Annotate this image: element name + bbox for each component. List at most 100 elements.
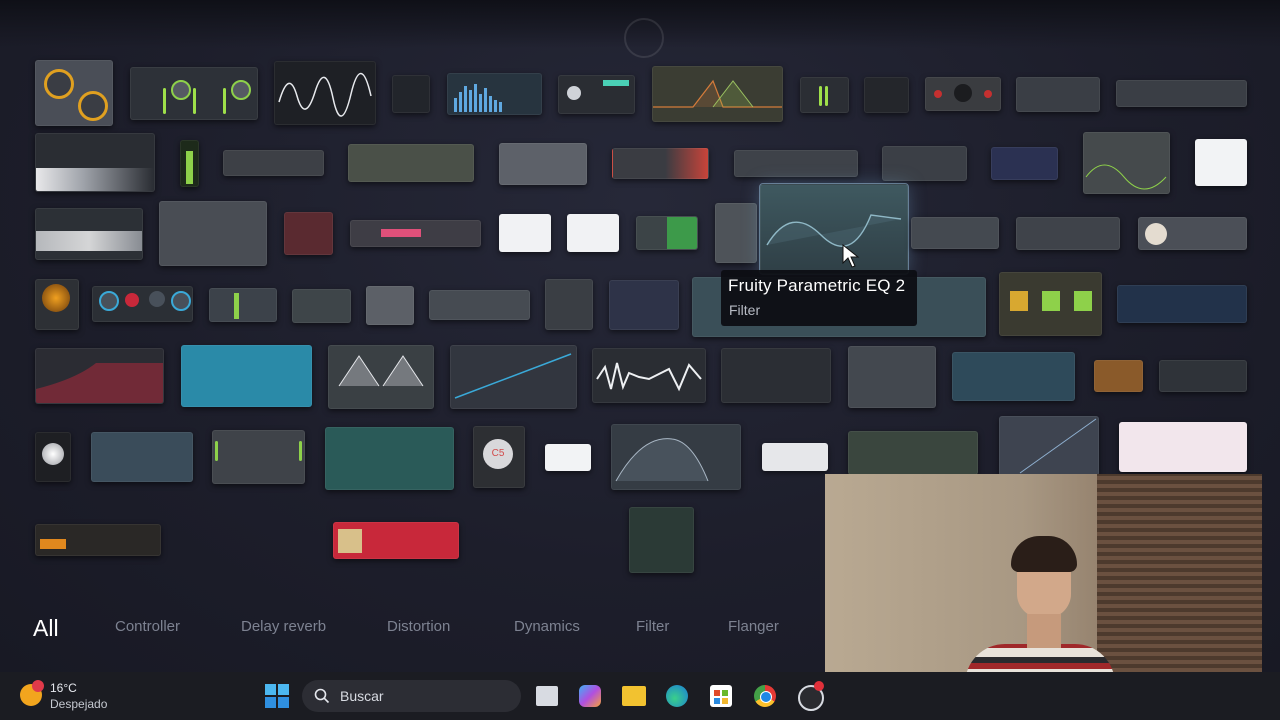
plugin-thumb-vintage-phaser[interactable] <box>333 522 459 559</box>
plugin-thumb-diagonal[interactable] <box>999 416 1099 476</box>
plugin-thumb-teal-synth[interactable] <box>181 345 312 407</box>
plugin-thumb-lfo[interactable] <box>1083 132 1170 194</box>
person-neck <box>1027 614 1061 648</box>
plugin-thumb-ramp[interactable] <box>209 288 277 322</box>
plugin-thumb-spectro-blue[interactable] <box>609 280 679 330</box>
plugin-thumb-multiknob[interactable] <box>212 430 305 484</box>
plugin-thumb-color-bars[interactable] <box>545 444 591 471</box>
plugin-thumb-envelope[interactable] <box>328 345 434 409</box>
plugin-thumb-sampler[interactable] <box>35 133 155 192</box>
plugin-thumb-knob-row[interactable] <box>1016 217 1120 250</box>
plugin-thumb-waveshaper[interactable] <box>274 61 376 125</box>
chrome-icon[interactable] <box>754 685 776 707</box>
plugin-thumb-vocal-edit[interactable] <box>721 348 831 403</box>
plugin-thumb-fruity-delay[interactable] <box>223 150 324 176</box>
plugin-thumb-spectrum-red[interactable] <box>629 507 694 573</box>
plugin-thumb-console[interactable] <box>159 201 267 266</box>
plugin-thumb-pedalboard[interactable] <box>999 272 1102 336</box>
person-hair <box>1011 536 1077 572</box>
plugin-thumb-white-page-1[interactable] <box>499 214 551 252</box>
tab-controller[interactable]: Controller <box>115 618 180 635</box>
plugin-thumb-pitch-dial[interactable]: C5 <box>473 426 525 488</box>
search-icon <box>314 688 330 704</box>
plugin-thumb-pink-rack[interactable] <box>350 220 481 247</box>
plugin-thumb-fruity-parametric-eq-2[interactable] <box>759 183 909 275</box>
spectrum-icon <box>454 84 502 112</box>
plugin-thumb-multiband[interactable] <box>130 67 258 120</box>
plugin-thumb-vu[interactable] <box>180 140 199 187</box>
tooltip-title: Fruity Parametric EQ 2 <box>728 276 906 295</box>
file-explorer-icon[interactable] <box>622 686 646 706</box>
knob-icon <box>78 91 108 121</box>
weather-temperature: 16°C <box>50 681 77 695</box>
plugin-thumb-stereo-meter[interactable] <box>800 77 849 113</box>
plugin-thumb-limiter[interactable] <box>558 75 635 114</box>
plugin-thumb-wave-edit[interactable] <box>592 348 706 403</box>
plugin-thumb-white-speaker[interactable] <box>35 432 71 482</box>
tab-distortion[interactable]: Distortion <box>387 618 450 635</box>
plugin-thumb-filter-curve[interactable] <box>611 424 741 490</box>
plugin-thumb-spectrum[interactable] <box>447 73 542 115</box>
plugin-tooltip: Fruity Parametric EQ 2 Filter <box>721 270 917 326</box>
store-icon[interactable] <box>710 685 732 707</box>
weather-condition: Despejado <box>50 697 108 711</box>
plugin-thumb-channel[interactable] <box>545 279 593 330</box>
edge-icon[interactable] <box>666 685 688 707</box>
plugin-thumb-grid-light[interactable] <box>762 443 828 471</box>
plugin-thumb-silver-knob[interactable] <box>366 286 414 325</box>
plugin-thumb-green-bands[interactable] <box>848 431 978 475</box>
plugin-thumb-white-page-2[interactable] <box>567 214 619 252</box>
tab-delay-reverb[interactable]: Delay reverb <box>241 618 326 635</box>
tooltip-category: Filter <box>729 302 761 318</box>
plugin-thumb-clock[interactable] <box>864 77 909 113</box>
plugin-thumb-mixer-blue[interactable] <box>991 147 1058 180</box>
tab-all[interactable]: All <box>33 615 59 642</box>
tab-dynamics[interactable]: Dynamics <box>514 618 580 635</box>
plugin-thumb-orange-spectrum[interactable] <box>91 432 193 482</box>
plugin-thumb-red-knob[interactable] <box>925 77 1001 111</box>
tab-filter[interactable]: Filter <box>636 618 669 635</box>
plugin-thumb-red-strip[interactable] <box>612 148 709 179</box>
plugin-thumb-blue-synth[interactable] <box>1117 285 1247 323</box>
plugin-thumb-send-knobs[interactable] <box>92 286 193 322</box>
plugin-thumb-rgb-knobs[interactable] <box>1159 360 1247 392</box>
plugin-thumb-line-graph[interactable] <box>450 345 577 409</box>
obs-icon[interactable] <box>798 681 824 711</box>
plugin-thumb-flat-rack[interactable] <box>911 217 999 249</box>
task-view-icon[interactable] <box>536 686 558 706</box>
plugin-thumb-white-note[interactable] <box>1195 139 1247 186</box>
plugin-thumb-green-grid[interactable] <box>636 216 698 250</box>
plugin-thumb-amp[interactable] <box>1094 360 1143 392</box>
plugin-thumb-cyan-panel[interactable] <box>952 352 1075 401</box>
plugin-thumb-small-meter[interactable] <box>392 75 430 113</box>
category-tabs: All Controller Delay reverb Distortion D… <box>0 615 830 652</box>
pitch-label: C5 <box>483 439 513 469</box>
plugin-thumb-knob-grid[interactable] <box>882 146 967 181</box>
plugin-thumb-wide-panel[interactable] <box>1116 80 1247 107</box>
plugin-thumb-orange-disc[interactable] <box>35 279 79 330</box>
plugin-thumb-gray-rack[interactable] <box>499 143 587 185</box>
plugin-thumb-grid-panel[interactable] <box>1016 77 1100 112</box>
plugin-thumb-red-graph[interactable] <box>35 348 164 404</box>
plugin-thumb-vintage-chorus[interactable] <box>35 524 161 556</box>
plugin-thumb-scope[interactable] <box>292 289 351 323</box>
waveform-icon <box>278 72 372 117</box>
tab-flanger[interactable]: Flanger <box>728 618 779 635</box>
plugin-thumb-green-rack[interactable] <box>348 144 474 182</box>
taskbar-search[interactable]: Buscar <box>302 680 521 712</box>
plugin-thumb-knob-rack[interactable] <box>429 290 530 320</box>
plugin-thumb-grill[interactable] <box>1138 217 1247 250</box>
plugin-thumb-spectral[interactable] <box>35 208 143 260</box>
plugin-thumb-teal-rack[interactable] <box>325 427 454 490</box>
plugin-thumb-eq-curve[interactable] <box>652 66 783 122</box>
plugin-thumb-red-list[interactable] <box>284 212 333 255</box>
plugin-thumb-fruity-balance[interactable] <box>35 60 113 126</box>
plugin-thumb-faders[interactable] <box>715 203 757 263</box>
search-label: Buscar <box>340 688 384 704</box>
plugin-thumb-twin-knob[interactable] <box>734 150 858 177</box>
plugin-thumb-router[interactable] <box>848 346 936 408</box>
plugin-thumb-pink-steps[interactable] <box>1119 422 1247 472</box>
start-icon[interactable] <box>265 684 289 708</box>
weather-alert-badge <box>32 680 44 692</box>
copilot-icon[interactable] <box>579 685 601 707</box>
